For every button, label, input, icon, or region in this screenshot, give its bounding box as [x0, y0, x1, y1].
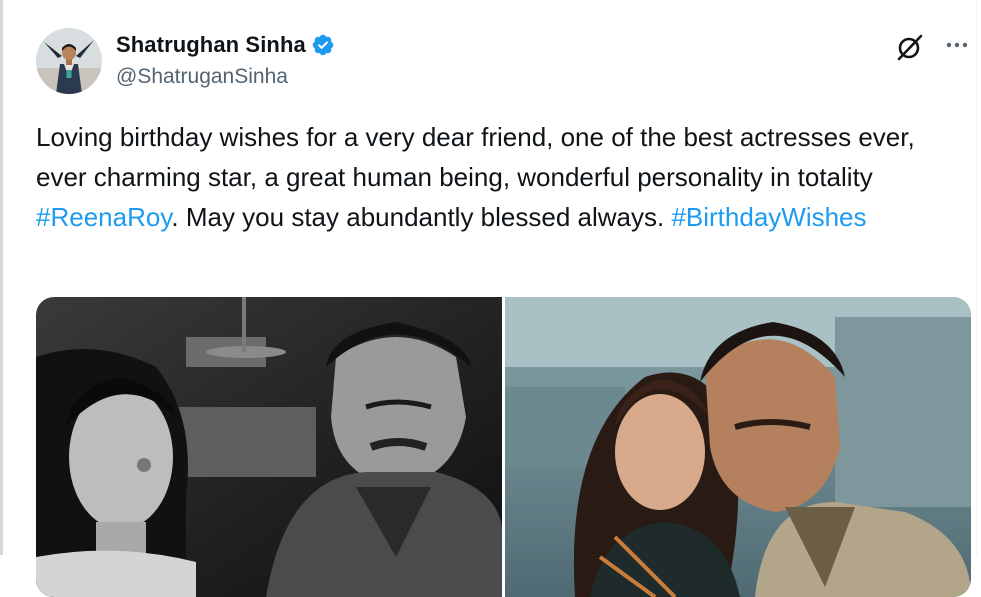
author-row: Shatrughan Sinha — [116, 31, 335, 59]
hashtag-link[interactable]: #ReenaRoy — [36, 202, 171, 232]
verified-badge-icon — [311, 33, 335, 57]
more-options-icon[interactable] — [944, 32, 970, 58]
left-border — [0, 0, 3, 555]
hashtag-link[interactable]: #BirthdayWishes — [671, 202, 866, 232]
media-photo[interactable] — [505, 297, 971, 597]
tweet-text: Loving birthday wishes for a very dear f… — [36, 117, 961, 237]
avatar[interactable] — [36, 28, 102, 94]
right-border — [976, 0, 977, 555]
tweet-text-part: . May you stay abundantly blessed always… — [171, 202, 672, 232]
author-handle[interactable]: @ShatruganSinha — [116, 65, 288, 89]
author-name[interactable]: Shatrughan Sinha — [116, 32, 306, 58]
grok-icon[interactable] — [895, 32, 925, 62]
tweet-text-part: Loving birthday wishes for a very dear f… — [36, 122, 915, 192]
media-photo[interactable] — [36, 297, 502, 597]
tweet-media — [36, 297, 971, 597]
